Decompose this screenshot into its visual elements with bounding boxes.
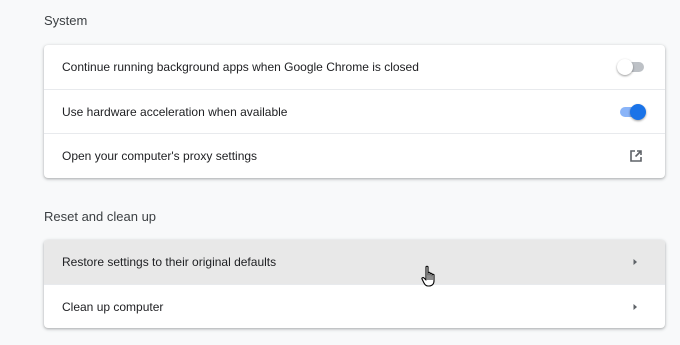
background-apps-label: Continue running background apps when Go… — [62, 60, 419, 74]
hardware-acceleration-label: Use hardware acceleration when available — [62, 104, 288, 119]
clean-up-computer-row[interactable]: Clean up computer — [44, 284, 665, 328]
hardware-acceleration-row[interactable]: Use hardware acceleration when available — [44, 89, 665, 133]
section-title-system: System — [44, 13, 88, 28]
system-settings-card: Continue running background apps when Go… — [44, 45, 665, 178]
toggle-knob — [617, 59, 633, 75]
proxy-settings-row[interactable]: Open your computer's proxy settings — [44, 133, 665, 177]
arrow-right-icon — [633, 303, 637, 310]
section-title-reset: Reset and clean up — [44, 209, 157, 224]
external-link-icon[interactable] — [628, 148, 644, 164]
hand-pointer-icon — [421, 265, 435, 287]
toggle-knob — [630, 103, 646, 120]
background-apps-toggle[interactable] — [617, 59, 645, 75]
clean-up-computer-label: Clean up computer — [62, 299, 164, 314]
restore-defaults-row[interactable]: Restore settings to their original defau… — [44, 240, 665, 284]
proxy-settings-label: Open your computer's proxy settings — [62, 148, 258, 163]
hardware-acceleration-toggle[interactable] — [617, 103, 646, 120]
reset-settings-card: Restore settings to their original defau… — [44, 240, 665, 328]
background-apps-row[interactable]: Continue running background apps when Go… — [44, 45, 665, 89]
arrow-right-icon — [633, 259, 637, 265]
restore-defaults-label: Restore settings to their original defau… — [62, 255, 277, 269]
